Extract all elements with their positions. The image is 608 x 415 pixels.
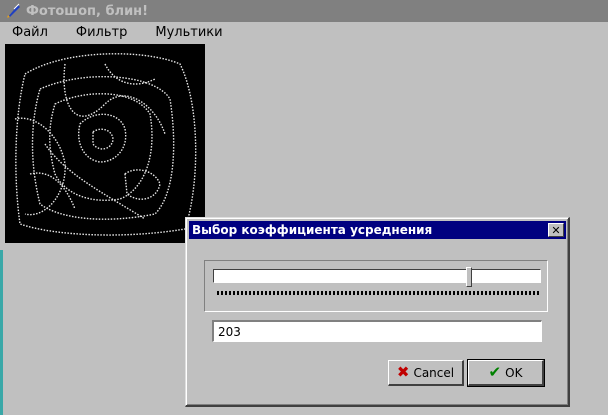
close-icon: ✕ bbox=[551, 223, 561, 237]
image-canvas[interactable] bbox=[5, 44, 205, 243]
desktop-edge bbox=[0, 250, 3, 415]
cancel-label: Cancel bbox=[413, 365, 455, 380]
close-x-icon: ✖ bbox=[396, 363, 410, 381]
dialog-title: Выбор коэффициента усреднения bbox=[192, 223, 433, 237]
menu-cartoons[interactable]: Мультики bbox=[149, 25, 228, 40]
slider-group bbox=[204, 260, 548, 312]
window-title: Фотошоп, блин! bbox=[26, 3, 149, 19]
ok-button[interactable]: ✔ OK bbox=[467, 359, 545, 387]
edge-image bbox=[14, 53, 197, 236]
slider-ticks bbox=[217, 291, 539, 295]
menubar: Файл Фильтр Мультики bbox=[0, 22, 608, 42]
dialog-titlebar[interactable]: Выбор коэффициента усреднения ✕ bbox=[189, 221, 566, 239]
ok-label: OK bbox=[505, 365, 523, 380]
checkmark-icon: ✔ bbox=[488, 363, 502, 381]
cancel-button[interactable]: ✖ Cancel bbox=[388, 360, 464, 386]
menu-file[interactable]: Файл bbox=[6, 25, 54, 40]
close-button[interactable]: ✕ bbox=[548, 223, 564, 237]
coefficient-value-field[interactable] bbox=[212, 320, 542, 342]
menu-filter[interactable]: Фильтр bbox=[70, 25, 133, 40]
coefficient-slider-thumb[interactable] bbox=[466, 267, 473, 287]
coefficient-slider-track[interactable] bbox=[213, 269, 541, 283]
feather-app-icon bbox=[7, 3, 20, 18]
averaging-coefficient-dialog: Выбор коэффициента усреднения ✕ ✖ Cancel… bbox=[185, 217, 570, 407]
main-titlebar[interactable]: Фотошоп, блин! bbox=[0, 0, 608, 22]
